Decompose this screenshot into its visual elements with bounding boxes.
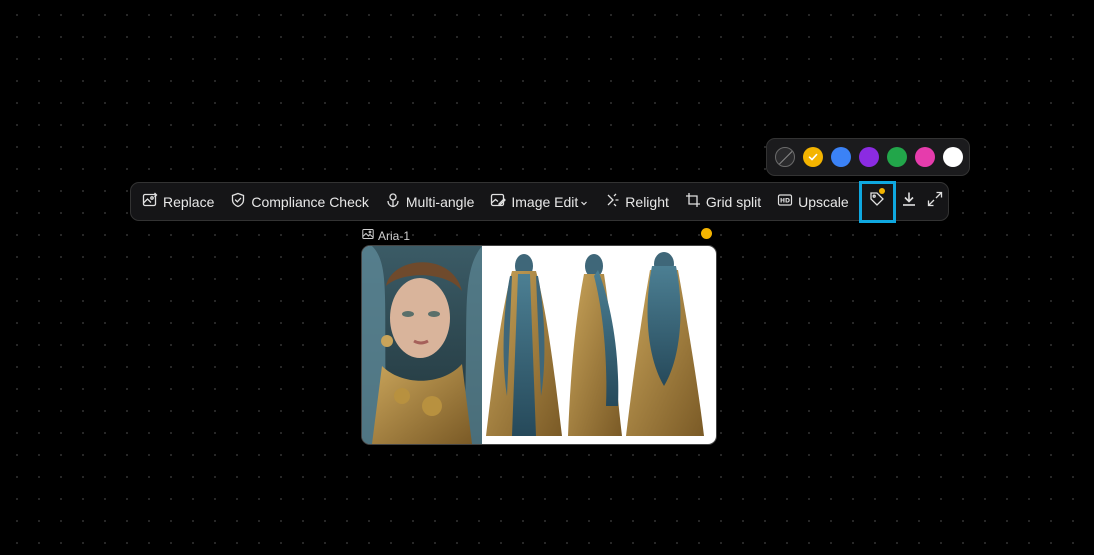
svg-text:HD: HD	[780, 198, 790, 205]
swatch-purple[interactable]	[859, 147, 879, 167]
swatch-green[interactable]	[887, 147, 907, 167]
color-palette	[766, 138, 970, 176]
image-edit-dropdown[interactable]: Image Edit	[490, 187, 588, 217]
multi-angle-button[interactable]: Multi-angle	[385, 187, 474, 217]
tag-icon	[869, 191, 885, 212]
image-edit-label: Image Edit	[511, 193, 579, 210]
grid-split-button[interactable]: Grid split	[685, 187, 761, 217]
replace-button[interactable]: Replace	[142, 187, 214, 217]
swatch-blue[interactable]	[831, 147, 851, 167]
character-sheet-image	[362, 246, 704, 444]
image-toolbar: Replace Compliance Check Multi-angle Ima…	[130, 180, 949, 223]
relight-icon	[604, 192, 620, 211]
download-icon	[901, 191, 917, 212]
hd-icon: HD	[777, 192, 793, 211]
image-icon	[362, 228, 374, 243]
replace-label: Replace	[163, 193, 215, 210]
multi-angle-icon	[385, 192, 401, 211]
compliance-check-label: Compliance Check	[251, 193, 369, 210]
chevron-down-icon	[580, 194, 588, 210]
expand-icon	[927, 191, 943, 212]
tag-badge	[878, 187, 885, 194]
upscale-button[interactable]: HD Upscale	[777, 187, 849, 217]
check-icon	[803, 147, 823, 167]
swatch-yellow[interactable]	[803, 147, 823, 167]
multi-angle-label: Multi-angle	[405, 193, 475, 210]
download-button[interactable]	[896, 187, 922, 217]
relight-label: Relight	[625, 193, 669, 210]
node-title: Aria-1	[362, 228, 410, 243]
upscale-label: Upscale	[798, 193, 849, 210]
expand-button[interactable]	[922, 187, 948, 217]
node-status-dot	[701, 228, 712, 239]
relight-button[interactable]: Relight	[604, 187, 669, 217]
node-title-label: Aria-1	[378, 228, 411, 243]
compliance-check-button[interactable]: Compliance Check	[230, 187, 369, 217]
grid-split-label: Grid split	[705, 193, 762, 210]
swatch-none[interactable]	[775, 147, 795, 167]
image-edit-icon	[490, 192, 507, 211]
swatch-pink[interactable]	[915, 147, 935, 167]
swatch-white[interactable]	[943, 147, 963, 167]
image-node[interactable]	[362, 246, 716, 444]
crop-icon	[685, 192, 701, 211]
shield-check-icon	[230, 192, 246, 211]
tag-button[interactable]	[858, 180, 896, 223]
replace-icon	[142, 192, 158, 211]
